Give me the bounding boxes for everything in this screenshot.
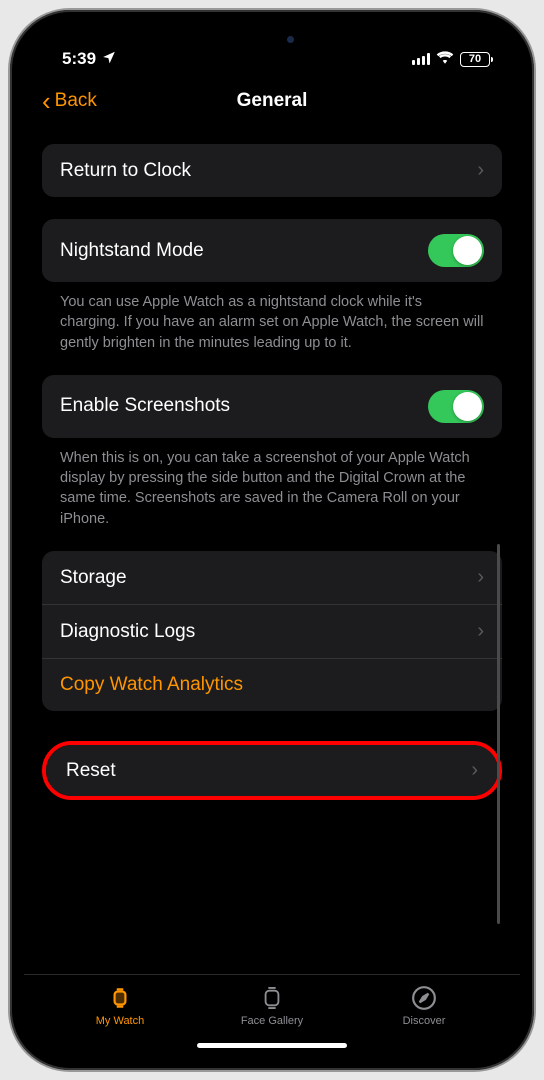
reset-cell[interactable]: Reset › xyxy=(46,745,498,796)
tab-my-watch[interactable]: My Watch xyxy=(65,985,175,1027)
back-label: Back xyxy=(55,90,97,112)
analytics-label: Copy Watch Analytics xyxy=(60,674,243,696)
nightstand-cell: Nightstand Mode xyxy=(42,219,502,282)
screenshots-toggle[interactable] xyxy=(428,390,484,423)
chevron-right-icon: › xyxy=(471,759,478,782)
status-right: 70 xyxy=(412,49,490,69)
nightstand-footer: You can use Apple Watch as a nightstand … xyxy=(42,282,502,353)
nav-bar: ‹ Back General xyxy=(24,76,520,126)
content[interactable]: Return to Clock › Nightstand Mode You ca… xyxy=(24,126,520,974)
battery-level: 70 xyxy=(469,53,481,65)
page-title: General xyxy=(237,90,308,112)
tab-my-watch-label: My Watch xyxy=(96,1015,145,1027)
back-chevron-icon: ‹ xyxy=(42,88,51,114)
reset-label: Reset xyxy=(66,760,116,782)
section-return-to-clock: Return to Clock › xyxy=(42,144,502,197)
tab-face-gallery[interactable]: Face Gallery xyxy=(217,985,327,1027)
notch xyxy=(172,24,372,54)
location-icon xyxy=(102,49,116,69)
screenshots-footer: When this is on, you can take a screensh… xyxy=(42,438,502,529)
return-to-clock-cell[interactable]: Return to Clock › xyxy=(42,144,502,197)
return-to-clock-label: Return to Clock xyxy=(60,160,191,182)
face-gallery-icon xyxy=(261,985,283,1011)
chevron-right-icon: › xyxy=(477,620,484,643)
screenshots-cell: Enable Screenshots xyxy=(42,375,502,438)
phone-frame: 5:39 70 ‹ Back Ge xyxy=(10,10,534,1070)
tab-discover-label: Discover xyxy=(403,1015,446,1027)
scroll-indicator[interactable] xyxy=(497,544,500,924)
diagnostic-cell[interactable]: Diagnostic Logs › xyxy=(42,605,502,659)
battery-icon: 70 xyxy=(460,52,490,67)
nightstand-toggle[interactable] xyxy=(428,234,484,267)
reset-highlight: Reset › xyxy=(42,741,502,800)
storage-cell[interactable]: Storage › xyxy=(42,551,502,605)
chevron-right-icon: › xyxy=(477,159,484,182)
screenshots-label: Enable Screenshots xyxy=(60,395,230,417)
home-indicator[interactable] xyxy=(197,1043,347,1048)
section-nightstand: Nightstand Mode You can use Apple Watch … xyxy=(42,219,502,353)
back-button[interactable]: ‹ Back xyxy=(42,88,97,114)
nightstand-label: Nightstand Mode xyxy=(60,240,204,262)
section-screenshots: Enable Screenshots When this is on, you … xyxy=(42,375,502,529)
status-time: 5:39 xyxy=(62,49,96,69)
signal-icon xyxy=(412,53,430,65)
chevron-right-icon: › xyxy=(477,566,484,589)
screen: 5:39 70 ‹ Back Ge xyxy=(24,24,520,1056)
tab-face-gallery-label: Face Gallery xyxy=(241,1015,303,1027)
diagnostic-label: Diagnostic Logs xyxy=(60,621,195,643)
wifi-icon xyxy=(436,49,454,69)
section-storage-group: Storage › Diagnostic Logs › Copy Watch A… xyxy=(42,551,502,711)
tab-bar: My Watch Face Gallery Discover xyxy=(24,974,520,1033)
tab-discover[interactable]: Discover xyxy=(369,985,479,1027)
watch-icon xyxy=(107,985,133,1011)
analytics-cell[interactable]: Copy Watch Analytics xyxy=(42,659,502,711)
status-left: 5:39 xyxy=(62,49,116,69)
compass-icon xyxy=(411,985,437,1011)
storage-label: Storage xyxy=(60,567,127,589)
